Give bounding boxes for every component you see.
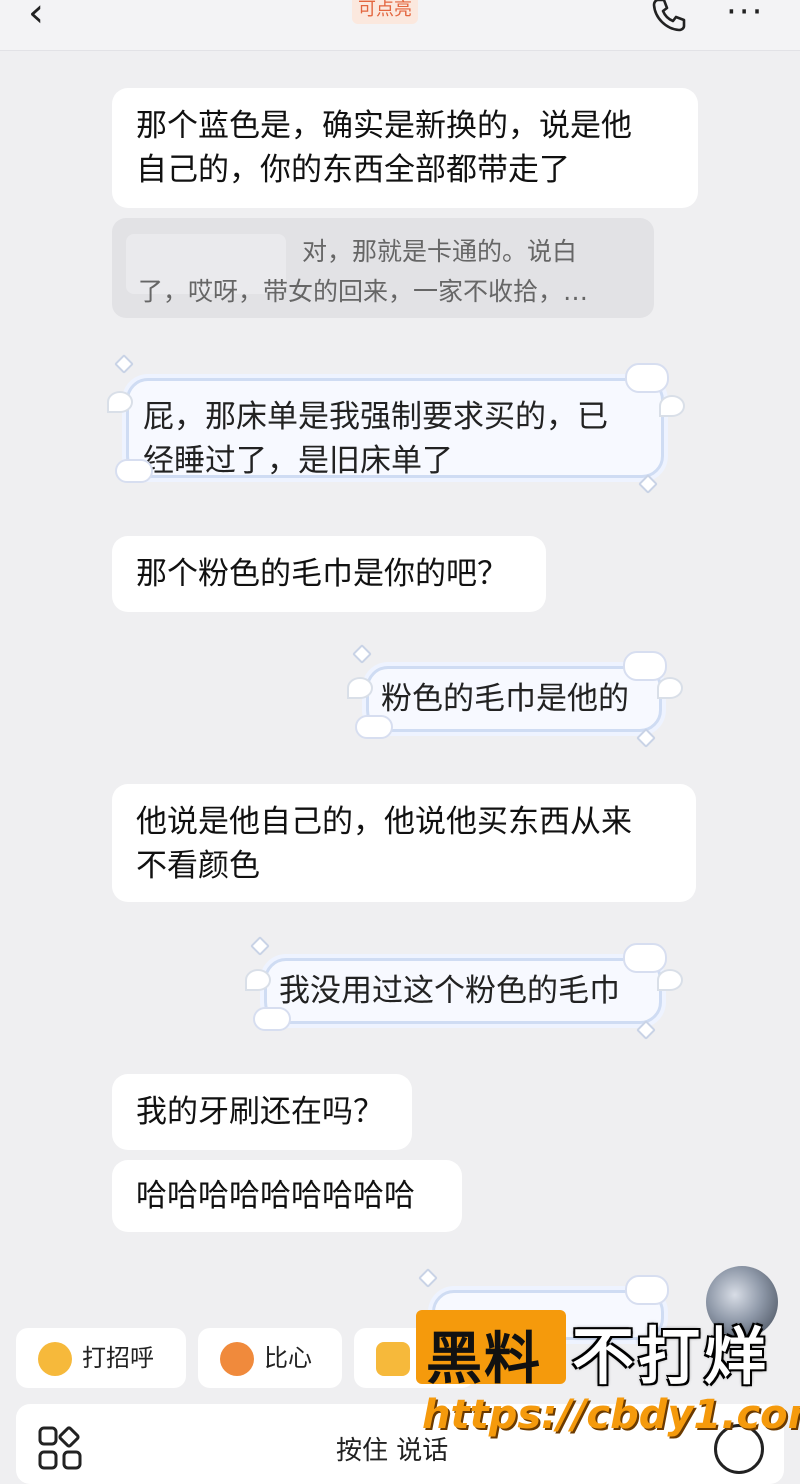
message-bubble-left[interactable]: 那个蓝色是，确实是新换的，说是他 自己的，你的东西全部都带走了 <box>112 88 698 208</box>
quote-text: 了，哎呀，带女的回来，一家不收拾，… <box>138 277 589 306</box>
leaf-decoration-icon <box>659 395 685 417</box>
watermark-box-text: 黑料 <box>426 1327 542 1392</box>
message-text: 哈哈哈哈哈哈哈哈哈 <box>136 1178 415 1214</box>
apps-grid-icon[interactable] <box>36 1424 84 1472</box>
watermark-url: https://cbdy1.com <box>422 1392 800 1438</box>
leaf-decoration-icon <box>347 677 373 699</box>
leaf-decoration-icon <box>107 391 133 413</box>
message-bubble-right-sticker-style[interactable]: 粉色的毛巾是他的 <box>347 644 683 748</box>
cloud-cat-decoration-icon <box>625 1275 669 1305</box>
message-text: 我没用过这个粉色的毛巾 <box>279 973 620 1009</box>
star-decoration-icon <box>418 1268 438 1288</box>
light-up-tag[interactable]: 可点亮 <box>352 0 418 24</box>
cloud-cat-decoration-icon <box>625 363 669 393</box>
top-bar: ‹ 可点亮 ··· <box>0 0 800 51</box>
message-bubble-left[interactable]: 哈哈哈哈哈哈哈哈哈 <box>112 1160 462 1232</box>
message-bubble-left[interactable]: 他说是他自己的，他说他买东西从来 不看颜色 <box>112 784 696 902</box>
back-arrow-icon[interactable]: ‹ <box>28 0 68 38</box>
message-bubble-right-sticker-style[interactable]: 我没用过这个粉色的毛巾 <box>245 936 683 1040</box>
star-decoration-icon <box>352 644 372 664</box>
message-bubble-right-sticker-style[interactable]: 屁，那床单是我强制要求买的，已 经睡过了，是旧床单了 <box>107 354 685 494</box>
leaf-decoration-icon <box>657 677 683 699</box>
quoted-message[interactable]: 对，那就是卡通的。说白 了，哎呀，带女的回来，一家不收拾，… <box>112 218 654 318</box>
watermark-logo-box: 黑料 <box>416 1310 566 1392</box>
star-decoration-icon <box>636 1020 656 1040</box>
leaf-decoration-icon <box>245 969 271 991</box>
quick-reply-greet[interactable]: 打招呼 <box>16 1328 186 1388</box>
chip-label: 比心 <box>264 1344 312 1372</box>
star-decoration-icon <box>114 354 134 374</box>
cloud-cat-decoration-icon <box>623 943 667 973</box>
star-decoration-icon <box>250 936 270 956</box>
message-bubble-left[interactable]: 那个粉色的毛巾是你的吧？ <box>112 536 546 612</box>
quick-reply-heart[interactable]: 比心 <box>198 1328 342 1388</box>
message-text: 他说是他自己的，他说他买东西从来 <box>136 804 632 840</box>
chip-label: 打招呼 <box>82 1344 154 1372</box>
cloud-cat-decoration-icon <box>115 459 153 483</box>
leaf-decoration-icon <box>657 969 683 991</box>
phone-icon[interactable] <box>648 0 688 34</box>
cloud-cat-decoration-icon <box>623 651 667 681</box>
watermark: 黑料 不打烊 https://cbdy1.com <box>416 1306 800 1466</box>
watermark-big-text: 不打烊 <box>572 1320 771 1393</box>
message-text: 不看颜色 <box>136 848 260 884</box>
heart-hands-emoji-icon <box>220 1342 254 1376</box>
wave-emoji-icon <box>38 1342 72 1376</box>
cloud-cat-decoration-icon <box>355 715 393 739</box>
more-icon[interactable]: ··· <box>726 0 764 32</box>
message-text: 屁，那床单是我强制要求买的，已 <box>143 399 608 435</box>
message-text: 自己的，你的东西全部都带走了 <box>136 152 570 188</box>
message-text: 我的牙刷还在吗？ <box>136 1094 384 1130</box>
thumbs-up-emoji-icon <box>376 1342 410 1376</box>
quote-text: 对，那就是卡通的。说白 <box>302 237 578 266</box>
message-text: 那个粉色的毛巾是你的吧？ <box>136 556 508 592</box>
cloud-cat-decoration-icon <box>253 1007 291 1031</box>
message-text: 那个蓝色是，确实是新换的，说是他 <box>136 108 632 144</box>
message-bubble-left[interactable]: 我的牙刷还在吗？ <box>112 1074 412 1150</box>
message-text: 粉色的毛巾是他的 <box>381 681 629 717</box>
star-decoration-icon <box>636 728 656 748</box>
message-text: 经睡过了，是旧床单了 <box>143 443 453 479</box>
